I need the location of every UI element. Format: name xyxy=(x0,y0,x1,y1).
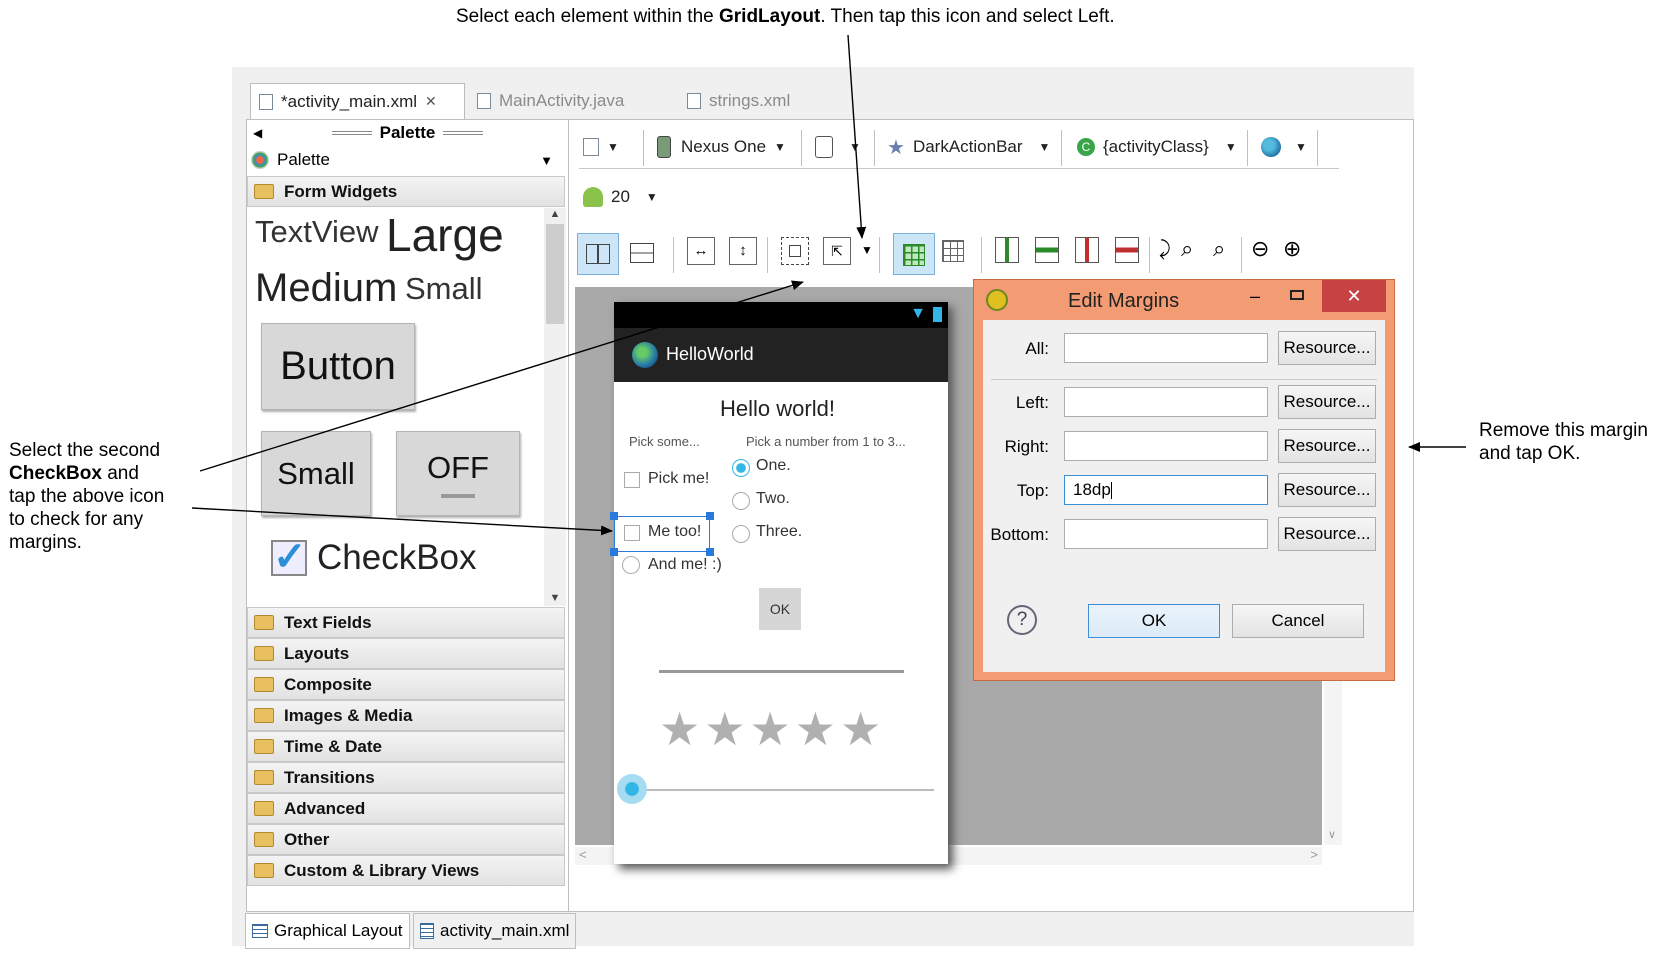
arrow-to-margins-icon xyxy=(847,34,867,239)
callout-arrows xyxy=(191,34,1466,536)
arrow-to-margins-button xyxy=(199,280,804,472)
arrow-to-checkbox xyxy=(191,507,613,536)
